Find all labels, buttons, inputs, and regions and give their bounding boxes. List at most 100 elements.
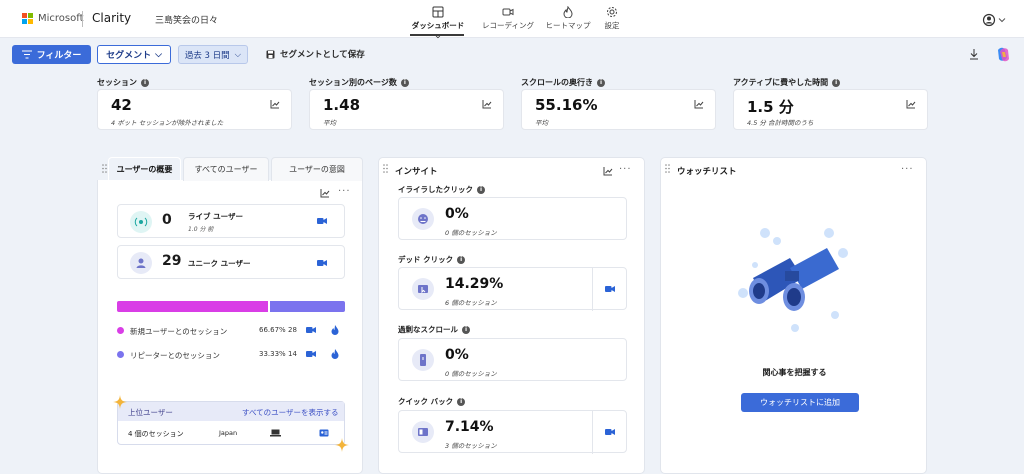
- chart-icon[interactable]: [270, 99, 280, 109]
- tab-user-intent[interactable]: ユーザーの意図: [271, 157, 363, 181]
- insight-rage-clicks-card[interactable]: 0% 0 個のセッション: [398, 197, 627, 240]
- heatmap-icon[interactable]: [331, 349, 339, 359]
- insight-dead-clicks-label: デッド クリック i: [398, 254, 466, 265]
- insight-excessive-scroll-card[interactable]: 0% 0 個のセッション: [398, 338, 627, 381]
- add-to-watchlist-button[interactable]: ウォッチリストに追加: [741, 393, 859, 412]
- date-range-label: 過去 3 日間: [184, 50, 230, 61]
- drag-handle-icon[interactable]: [383, 164, 388, 173]
- copilot-icon[interactable]: [995, 46, 1012, 63]
- brand-title[interactable]: Clarity: [92, 11, 131, 25]
- recording-icon[interactable]: [317, 259, 327, 267]
- insight-recording-area[interactable]: [592, 268, 628, 311]
- recording-icon[interactable]: [317, 217, 327, 225]
- watchlist-title: ウォッチリスト: [677, 167, 737, 177]
- top-users-title: 上位ユーザー: [128, 408, 173, 417]
- metric-label: アクティブに費やした時間: [733, 78, 829, 87]
- nav-recordings-label: レコーディング: [482, 21, 534, 30]
- top-user-sessions: 4 個のセッション: [128, 430, 184, 438]
- metric-pages-per-session: セッション別のページ数 i 1.48 平均: [309, 77, 504, 130]
- chart-icon[interactable]: [694, 99, 704, 109]
- download-icon[interactable]: [968, 48, 980, 61]
- metric-subtext: 平均: [323, 119, 336, 127]
- top-bar: Microsoft Clarity 三島笑会の日々 ダッシュボード ⌵ レコーデ…: [0, 0, 1024, 40]
- live-broadcast-icon: [130, 211, 152, 233]
- recording-icon[interactable]: [605, 285, 615, 293]
- filter-icon: [21, 50, 32, 59]
- metric-subtext: 4.5 分 合計時間のうち: [747, 119, 814, 127]
- watchlist-empty-text: 関心事を把握する: [762, 368, 827, 377]
- chart-icon[interactable]: [906, 99, 916, 109]
- insight-value: 14.29%: [445, 276, 504, 292]
- top-user-country: Japan: [219, 429, 238, 437]
- account-menu[interactable]: [982, 13, 1008, 27]
- date-range-dropdown[interactable]: 過去 3 日間 ⌵: [178, 45, 248, 64]
- chart-icon[interactable]: [603, 166, 613, 176]
- insight-sub: 0 個のセッション: [445, 370, 497, 378]
- chart-icon[interactable]: [482, 99, 492, 109]
- dashboard-icon: [432, 6, 444, 18]
- save-segment-button[interactable]: セグメントとして保存: [266, 48, 365, 60]
- legend-new-users: 新規ユーザーとのセッション 66.67% 28: [117, 325, 347, 337]
- info-icon[interactable]: i: [597, 78, 605, 87]
- info-icon[interactable]: i: [477, 185, 485, 194]
- header-divider: [82, 11, 83, 27]
- nav-dashboard-label: ダッシュボード: [411, 21, 465, 30]
- insight-label: イライラしたクリック: [398, 185, 473, 194]
- view-all-users-link[interactable]: すべてのユーザーを表示する: [242, 407, 339, 418]
- metric-card: 1.5 分 4.5 分 合計時間のうち: [733, 89, 928, 130]
- quick-back-icon: [412, 421, 434, 443]
- nav-settings[interactable]: 設定: [600, 6, 624, 31]
- legend-label: リピーターとのセッション: [130, 351, 220, 360]
- gear-icon: [607, 7, 617, 17]
- legend-dot: [117, 351, 124, 358]
- metric-subtext: 平均: [535, 119, 548, 127]
- nav-settings-label: 設定: [604, 21, 620, 30]
- filter-button[interactable]: フィルター: [12, 45, 91, 64]
- nav-recordings[interactable]: レコーディング: [480, 6, 536, 31]
- insight-label: クイック バック: [398, 397, 454, 406]
- legend-pct: 66.67%: [259, 326, 286, 334]
- metric-active-time: アクティブに費やした時間 i 1.5 分 4.5 分 合計時間のうち: [733, 77, 928, 130]
- sparkle-icon: [113, 395, 127, 409]
- insight-value: 0%: [445, 347, 469, 363]
- project-name[interactable]: 三島笑会の日々: [155, 13, 218, 26]
- tab-user-overview[interactable]: ユーザーの概要: [108, 157, 181, 181]
- chart-icon[interactable]: [320, 188, 330, 198]
- legend-count: 28: [288, 326, 297, 334]
- chevron-down-icon: ⌵: [234, 49, 242, 60]
- save-segment-label: セグメントとして保存: [280, 50, 365, 60]
- insight-quick-back-card[interactable]: 7.14% 3 個のセッション: [398, 410, 628, 454]
- heatmap-icon[interactable]: [331, 325, 339, 335]
- drag-handle-icon[interactable]: [665, 164, 670, 173]
- recording-icon[interactable]: [306, 326, 316, 334]
- info-icon[interactable]: i: [462, 325, 470, 334]
- info-icon[interactable]: i: [457, 397, 466, 406]
- legend-count: 14: [288, 350, 297, 358]
- top-users-row[interactable]: 4 個のセッション Japan: [118, 421, 344, 445]
- metric-sessions: セッション i 42 4 ボット セッションが除外されました: [97, 77, 292, 130]
- tab-all-users[interactable]: すべてのユーザー: [183, 157, 269, 181]
- metric-subtext: 4 ボット セッションが除外されました: [111, 119, 224, 127]
- nav-heatmaps[interactable]: ヒートマップ: [543, 6, 593, 31]
- legend-returning-users: リピーターとのセッション 33.33% 14: [117, 349, 347, 361]
- drag-handle-icon[interactable]: [102, 164, 107, 173]
- info-icon[interactable]: i: [400, 78, 409, 87]
- more-options-icon[interactable]: ···: [901, 164, 914, 175]
- insight-recording-area[interactable]: [592, 411, 628, 454]
- recording-icon[interactable]: [605, 428, 615, 436]
- info-icon[interactable]: i: [141, 78, 149, 87]
- recording-icon[interactable]: [306, 350, 316, 358]
- metric-card: 1.48 平均: [309, 89, 504, 130]
- info-icon[interactable]: i: [457, 255, 466, 264]
- more-options-icon[interactable]: ···: [619, 164, 632, 175]
- more-options-icon[interactable]: ···: [338, 186, 351, 197]
- recording-icon: [502, 8, 514, 16]
- insight-dead-clicks-card[interactable]: 14.29% 6 個のセッション: [398, 267, 628, 311]
- metric-value: 1.5 分: [747, 98, 794, 116]
- info-icon[interactable]: i: [832, 78, 841, 87]
- insight-excessive-scroll-label: 過剰なスクロール i: [398, 324, 470, 335]
- metric-value: 42: [111, 96, 132, 114]
- metric-label: スクロールの奥行き: [521, 78, 593, 87]
- segment-dropdown[interactable]: セグメント ⌵: [97, 45, 171, 64]
- desktop-icon: [270, 429, 281, 437]
